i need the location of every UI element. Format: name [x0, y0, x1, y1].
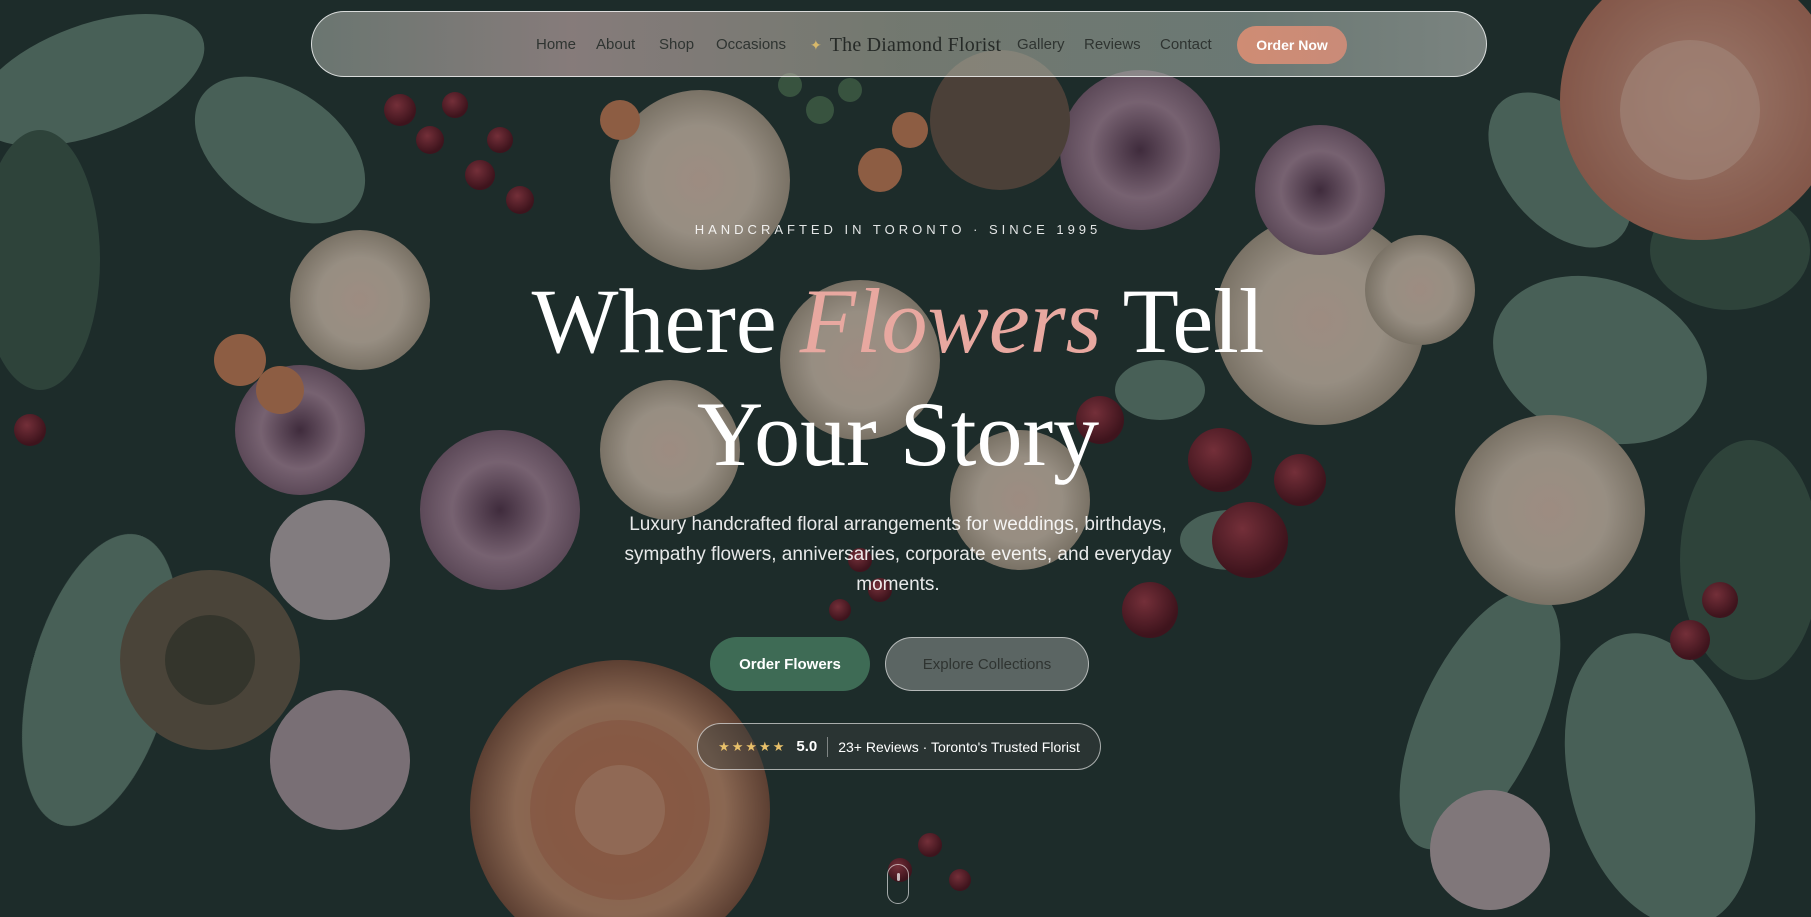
scroll-mouse-icon[interactable] [887, 864, 909, 904]
nav-link-contact[interactable]: Contact [1160, 12, 1212, 78]
order-flowers-button[interactable]: Order Flowers [710, 637, 870, 691]
order-now-button[interactable]: Order Now [1237, 26, 1347, 64]
headline-line-two: Your Story [696, 383, 1100, 485]
nav-link-home[interactable]: Home [536, 12, 576, 78]
rating-reviews-text: 23+ Reviews · Toronto's Trusted Florist [838, 738, 1080, 755]
hero-headline: Where Flowers Tell Your Story [0, 265, 1796, 491]
nav-link-reviews[interactable]: Reviews [1084, 12, 1141, 78]
rating-score: 5.0 [796, 738, 818, 755]
rating-badge: ★★★★★ 5.0 23+ Reviews · Toronto's Truste… [697, 723, 1101, 770]
hero-eyebrow: HANDCRAFTED IN TORONTO · SINCE 1995 [694, 222, 1102, 237]
sparkle-icon: ✦ [810, 36, 822, 53]
rating-stars-icon: ★★★★★ [718, 738, 787, 754]
nav-link-gallery[interactable]: Gallery [1017, 12, 1065, 78]
rating-divider [827, 736, 829, 757]
explore-collections-button[interactable]: Explore Collections [885, 637, 1089, 691]
nav-link-occasions[interactable]: Occasions [716, 12, 786, 78]
headline-word-where: Where [531, 270, 777, 372]
hero-section: HANDCRAFTED IN TORONTO · SINCE 1995 Wher… [0, 0, 1811, 917]
top-navigation-bar: Home About Shop Occasions ✦ The Diamond … [311, 11, 1487, 77]
nav-link-shop[interactable]: Shop [659, 12, 694, 78]
headline-accent-flowers: Flowers [799, 270, 1102, 372]
headline-word-tell: Tell [1122, 270, 1265, 372]
brand-name: The Diamond Florist [829, 33, 1002, 56]
hero-subtitle: Luxury handcrafted floral arrangements f… [624, 514, 1172, 595]
nav-link-about[interactable]: About [596, 12, 635, 78]
brand-logo[interactable]: ✦ The Diamond Florist [810, 12, 1001, 78]
